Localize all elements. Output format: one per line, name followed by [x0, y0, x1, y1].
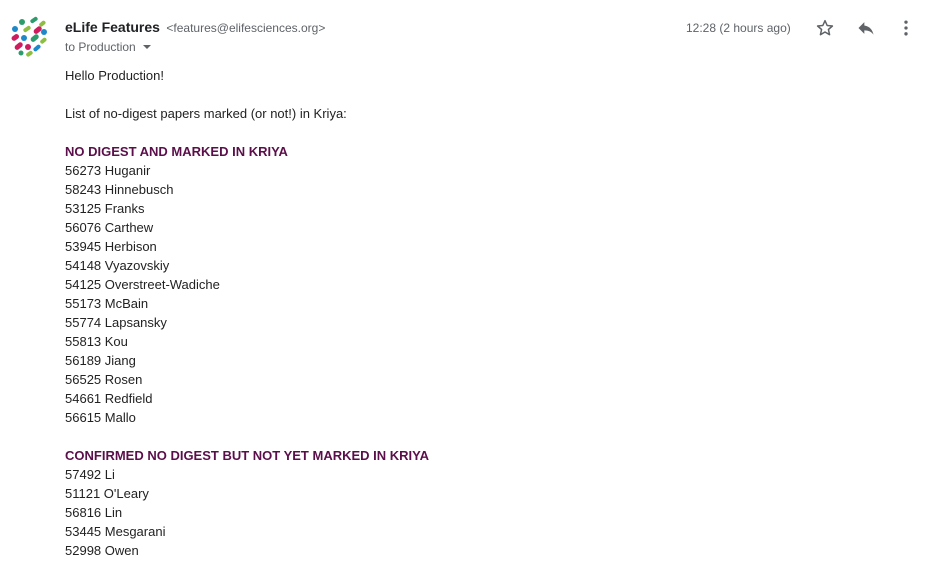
- section-heading: CONFIRMED NO DIGEST BUT NOT YET MARKED I…: [65, 448, 430, 463]
- sender-line: eLife Features <features@elifesciences.o…: [65, 19, 325, 37]
- recipient-details-toggle[interactable]: to Production: [65, 40, 152, 54]
- message-body: Hello Production! List of no-digest pape…: [65, 66, 905, 560]
- reply-button[interactable]: [853, 15, 879, 41]
- list-item: 53445 Mesgarani: [65, 524, 166, 539]
- greeting: Hello Production!: [65, 68, 164, 83]
- reply-icon: [858, 22, 874, 35]
- list-item: 56076 Carthew: [65, 220, 154, 235]
- list-item: 51121 O'Leary: [65, 486, 149, 501]
- list-item: 56615 Mallo: [65, 410, 136, 425]
- star-button[interactable]: [812, 15, 838, 41]
- sender-email: <features@elifesciences.org>: [166, 21, 326, 35]
- list-item: 58243 Hinnebusch: [65, 182, 174, 197]
- message-timestamp: 12:28 (2 hours ago): [686, 21, 791, 35]
- list-item: 56525 Rosen: [65, 372, 143, 387]
- sender-avatar[interactable]: [8, 16, 50, 58]
- list-item: 54661 Redfield: [65, 391, 153, 406]
- list-item: 57492 Li: [65, 467, 115, 482]
- chevron-down-icon[interactable]: [142, 44, 152, 50]
- section-heading: NO DIGEST AND MARKED IN KRIYA: [65, 144, 288, 159]
- sender-name[interactable]: eLife Features: [65, 19, 160, 35]
- elife-logo-avatar: [11, 16, 47, 57]
- list-item: 56189 Jiang: [65, 353, 136, 368]
- list-item: 56816 Lin: [65, 505, 123, 520]
- more-options-button[interactable]: [893, 15, 919, 41]
- intro-text: List of no-digest papers marked (or not!…: [65, 106, 347, 121]
- list-item: 55813 Kou: [65, 334, 128, 349]
- more-vertical-icon: [904, 20, 908, 36]
- list-item: 56273 Huganir: [65, 163, 151, 178]
- list-item: 53945 Herbison: [65, 239, 157, 254]
- list-item: 55774 Lapsansky: [65, 315, 167, 330]
- list-item: 55173 McBain: [65, 296, 149, 311]
- list-item: 53125 Franks: [65, 201, 145, 216]
- list-item: 54125 Overstreet-Wadiche: [65, 277, 220, 292]
- star-icon: [816, 19, 834, 36]
- list-item: 52998 Owen: [65, 543, 139, 558]
- list-item: 54148 Vyazovskiy: [65, 258, 170, 273]
- recipient-label: to Production: [65, 40, 136, 54]
